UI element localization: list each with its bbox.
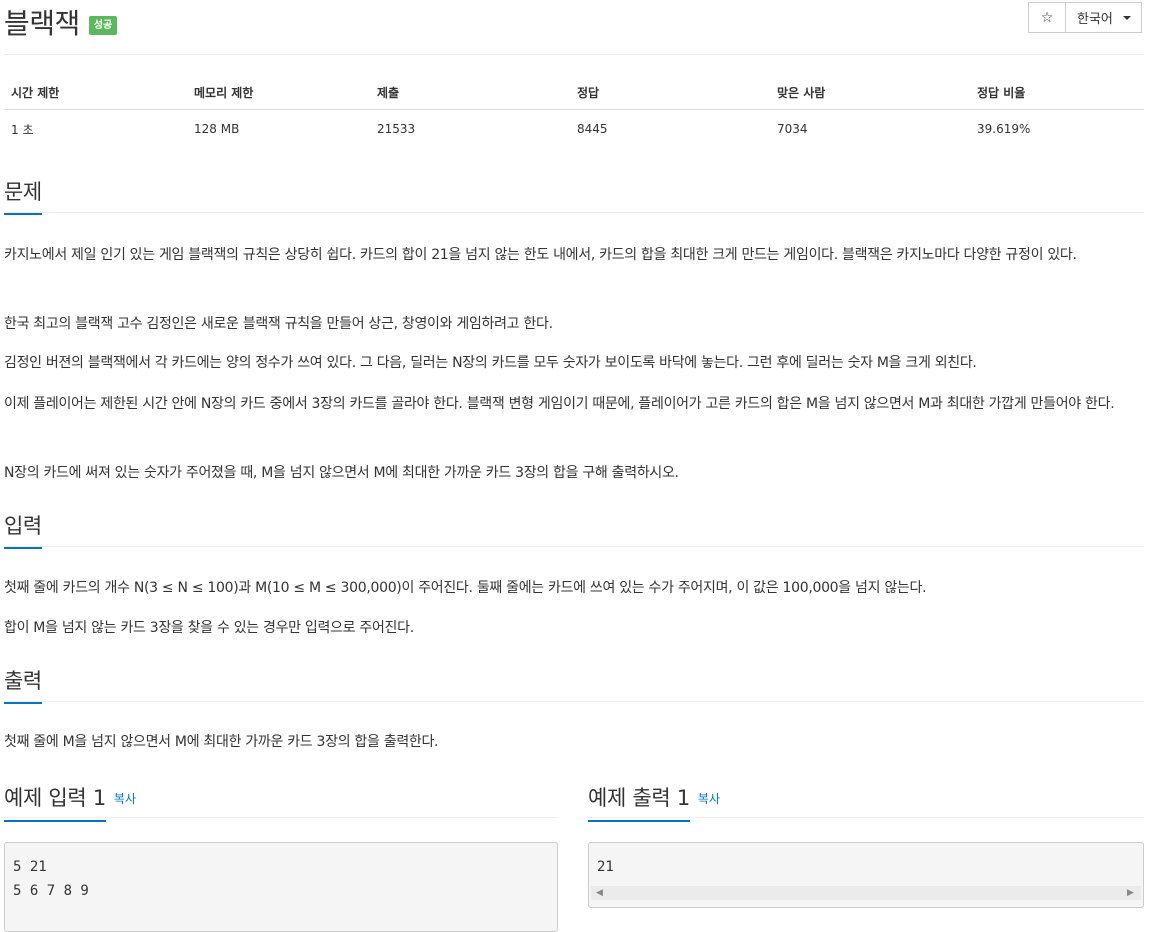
input-paragraph: 합이 M을 넘지 않는 카드 3장을 찾을 수 있는 경우만 입력으로 주어진다… xyxy=(4,620,414,636)
problem-page: 블랙잭 성공 ☆ 한국어 시간 제한 메모리 제한 제출 정답 맞은 사람 정답… xyxy=(0,0,1151,932)
accepted-value: 8445 xyxy=(577,122,608,136)
section-divider xyxy=(4,817,558,818)
section-divider xyxy=(4,212,1144,213)
language-label: 한국어 xyxy=(1077,12,1113,27)
problem-heading: 문제 xyxy=(4,176,42,215)
scroll-left-icon[interactable]: ◀ xyxy=(596,888,603,898)
caret-down-icon xyxy=(1122,15,1131,20)
horizontal-scrollbar[interactable] xyxy=(591,886,1141,900)
table-header-cell: 정답 비율 xyxy=(970,75,1144,110)
sample-input-header: 예제 입력 1 복사 xyxy=(4,782,136,822)
language-dropdown[interactable]: 한국어 xyxy=(1065,2,1142,33)
output-section-header: 출력 xyxy=(4,665,1144,704)
table-row: 1 초 128 MB 21533 8445 7034 39.619% xyxy=(4,110,1144,149)
problem-paragraph: 카지노에서 제일 인기 있는 게임 블랙잭의 규칙은 상당히 쉽다. 카드의 합… xyxy=(4,247,1077,263)
output-paragraph: 첫째 줄에 M을 넘지 않으면서 M에 최대한 가까운 카드 3장의 합을 출력… xyxy=(4,734,439,750)
table-header-cell: 제출 xyxy=(370,75,570,110)
sample-output-heading: 예제 출력 1 xyxy=(588,782,690,822)
table-header-cell: 메모리 제한 xyxy=(187,75,370,110)
section-divider xyxy=(4,701,1144,702)
sample-input-heading: 예제 입력 1 xyxy=(4,782,106,822)
table-header-cell: 정답 xyxy=(570,75,770,110)
scroll-right-icon[interactable]: ▶ xyxy=(1127,888,1134,898)
section-divider xyxy=(588,817,1144,818)
solvers-value: 7034 xyxy=(777,122,808,136)
problem-paragraph: 이제 플레이어는 제한된 시간 안에 N장의 카드 중에서 3장의 카드를 골라… xyxy=(4,396,1115,412)
page-title: 블랙잭 xyxy=(4,7,80,40)
problem-section-header: 문제 xyxy=(4,176,1144,215)
table-header-cell: 시간 제한 xyxy=(4,75,187,110)
header-button-group: ☆ 한국어 xyxy=(1028,2,1142,34)
table-header-row: 시간 제한 메모리 제한 제출 정답 맞은 사람 정답 비율 xyxy=(4,75,1144,110)
input-section-header: 입력 xyxy=(4,510,1144,549)
title-row: 블랙잭 성공 xyxy=(4,2,118,42)
copy-sample-input-button[interactable]: 복사 xyxy=(114,792,136,806)
star-icon: ☆ xyxy=(1040,9,1054,26)
favorite-button[interactable]: ☆ xyxy=(1028,2,1066,33)
problem-paragraph: N장의 카드에 써져 있는 숫자가 주어졌을 때, M을 넘지 않으면서 M에 … xyxy=(4,465,679,481)
copy-sample-output-button[interactable]: 복사 xyxy=(698,792,720,806)
sample-output-header: 예제 출력 1 복사 xyxy=(588,782,720,822)
problem-paragraph: 한국 최고의 블랙잭 고수 김정인은 새로운 블랙잭 규칙을 만들어 상근, 창… xyxy=(4,316,553,332)
time-limit-value: 1 초 xyxy=(11,122,34,137)
accept-ratio-value: 39.619% xyxy=(977,122,1031,136)
problem-paragraph: 김정인 버젼의 블랙잭에서 각 카드에는 양의 정수가 쓰여 있다. 그 다음,… xyxy=(4,355,977,371)
memory-limit-value: 128 MB xyxy=(194,122,240,136)
status-badge: 성공 xyxy=(88,15,118,35)
table-header-cell: 맞은 사람 xyxy=(770,75,970,110)
input-heading: 입력 xyxy=(4,510,42,549)
sample-input-box[interactable]: 5 21 5 6 7 8 9 xyxy=(4,842,558,932)
output-heading: 출력 xyxy=(4,665,42,704)
header-divider xyxy=(4,54,1144,55)
section-divider xyxy=(4,546,1144,547)
submissions-value: 21533 xyxy=(377,122,416,136)
problem-info-table: 시간 제한 메모리 제한 제출 정답 맞은 사람 정답 비율 1 초 128 M… xyxy=(4,75,1144,148)
input-paragraph: 첫째 줄에 카드의 개수 N(3 ≤ N ≤ 100)과 M(10 ≤ M ≤ … xyxy=(4,580,927,596)
